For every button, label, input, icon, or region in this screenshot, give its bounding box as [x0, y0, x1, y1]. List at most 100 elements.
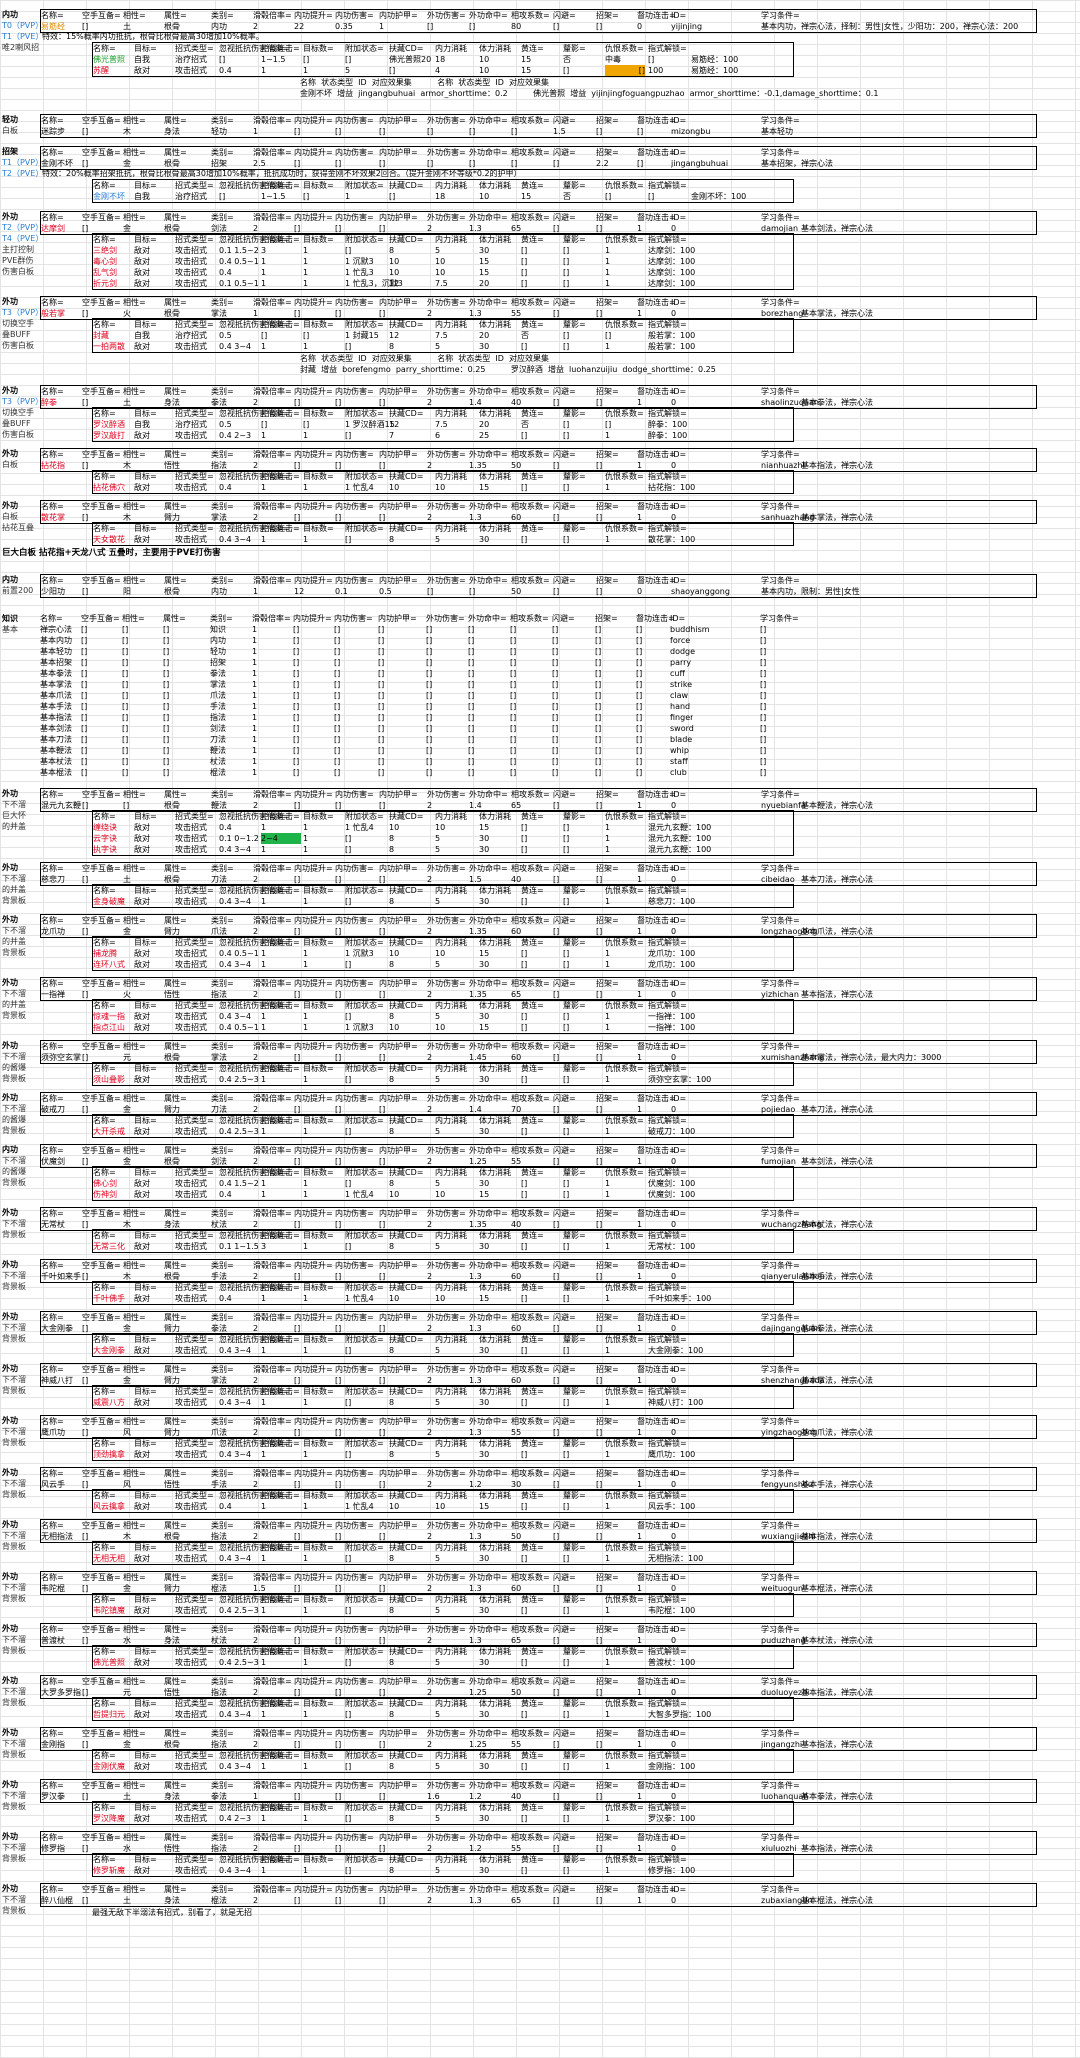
skill-header-row: 名称= 目标= 招式类型= 忽视抵抗伤害倍率= 拦截连击= 目标数= 附加状态= 扶藏CD= 内…	[93, 1646, 793, 1657]
skill-block-header-row-cell: 内功护甲=	[379, 1042, 418, 1051]
skill-block-header-row-cell: 外功伤害=	[427, 1313, 466, 1322]
skill-header-row-cell: 体力消耗	[479, 1595, 511, 1604]
footer-note: 巨大白板 拈花指+天龙八式 五叠时，主要用于PVE打伤害	[2, 548, 221, 558]
skill-row-cell: 15	[479, 949, 490, 958]
skill-block-header-row-cell: 督功连击=	[637, 979, 676, 988]
lower-wuchangzhang-label-line: 背景板	[2, 1230, 26, 1239]
basics-row-cell: 鞭法	[210, 746, 226, 755]
skill-block-header-row-cell: 学习条件=	[761, 1625, 800, 1634]
basics-row-cell: []	[426, 691, 433, 700]
skill-block-header-row-cell: 类别=	[211, 1417, 234, 1426]
simple-nianhuazhi-label-line: 外功	[2, 449, 18, 458]
shaoyang-header-row-cell: 内功伤害=	[335, 576, 374, 585]
skill-row: 大开杀戒 敌对 攻击招式 0.4 2.5~3 1 1[] 8 5 30[][] 1 破戒刀：100	[93, 1126, 793, 1137]
lower-zubaxiangun-label-line: 下不溜	[2, 1895, 26, 1904]
skill-row-cell: []	[345, 1710, 352, 1719]
skill-block-main-row-cell: 罗汉拳	[41, 1792, 65, 1801]
lower-shenzhangbada-label-line: 外功	[2, 1364, 18, 1373]
skill-row-cell: 30	[479, 1762, 490, 1771]
skill-block-header-row-cell: ID=	[671, 916, 687, 925]
skill-header-row-cell: 附加状态=	[345, 1335, 384, 1344]
skill-header-row-cell: 目标=	[134, 1647, 157, 1656]
skill-header-row-cell: 目标=	[134, 1543, 157, 1552]
skill-header-row: 名称= 目标= 招式类型= 忽视抵抗伤害倍率= 拦截连击= 目标数= 附加状态= 扶藏CD= 内…	[93, 811, 793, 822]
skill-block-header-row-cell: ID=	[671, 1729, 687, 1738]
skill-header-row-cell: 黄连=	[521, 1647, 544, 1656]
skill-block-header-row-cell: 招架=	[596, 1625, 619, 1634]
basics-row-cell: []	[468, 724, 475, 733]
skill-row-cell: 哲提归元	[93, 1710, 125, 1719]
basics-row-cell: []	[81, 625, 88, 634]
skill-row-cell: 1	[261, 1190, 267, 1199]
skill-block-main-row-cell: 混元九玄鞭	[41, 801, 81, 810]
skill-header-row-cell: 釐影=	[563, 320, 586, 329]
waigong-damojian-label-line: PVE群伤	[2, 256, 34, 265]
list-main-row-cell: []	[82, 127, 89, 136]
lower-xiuluozhi-label-line: 背景板	[2, 1854, 26, 1863]
skill-row-cell: 1	[261, 1502, 267, 1511]
skill-header-row-cell: 招式类型=	[175, 235, 214, 244]
skill-row-cell: 1	[605, 1866, 611, 1875]
skill-header-row-cell: 拦截连击=	[261, 938, 300, 947]
lower-weituogun-label-line: 外功	[2, 1572, 18, 1581]
skill-row-cell: 15	[479, 1023, 490, 1032]
skill-row-cell: 0.4 2.5~3	[219, 1075, 259, 1084]
basics-row-cell: []	[760, 636, 767, 645]
skill-row-cell: 敌对	[134, 257, 150, 266]
basics-row-cell: []	[426, 647, 433, 656]
skill-block-main-row-cell: 达摩剑	[41, 224, 65, 233]
skill-row-cell: []	[563, 1866, 570, 1875]
skill-header-row: 名称= 目标= 招式类型= 忽视抵抗伤害倍率= 拦截连击= 目标数= 附加状态= 扶藏CD= 内…	[93, 408, 793, 419]
skill-block-main-row-cell: []	[82, 1428, 89, 1437]
skill-header-row-cell: 仇恨系数=	[605, 1439, 644, 1448]
skill-header-row: 名称= 目标= 招式类型= 忽视抵抗伤害倍率= 拦截连击= 目标数= 附加状态= 扶藏CD= 内…	[93, 1334, 793, 1345]
skill-row-cell: []	[563, 483, 570, 492]
basics-row-cell: []	[293, 647, 300, 656]
list-main-row-cell: []	[379, 127, 386, 136]
skill-header-row-cell: 仇恨系数=	[605, 1387, 644, 1396]
skill-block-header-row-cell: 类别=	[211, 387, 234, 396]
basics-row: 基本招架[][][] 招架 1[][][][][][][][][] parry[]	[40, 657, 1035, 668]
lower-fumojian-label: 内功 下不溜 的酱爆 背景板	[2, 1144, 42, 1188]
skill-block-header-row-cell: 相攻系数=	[511, 450, 550, 459]
skill-block-header-row-cell: 学习条件=	[761, 1094, 800, 1103]
skill-row-cell: 1 忙乱4	[345, 1294, 374, 1303]
skill-header-row-cell: 内力消耗	[435, 409, 467, 418]
basics-row-cell: []	[293, 757, 300, 766]
skill-header-row: 名称= 目标= 招式类型= 忽视抵抗伤害倍率= 拦截连击= 目标数= 附加状态= 扶藏CD= 内…	[93, 1594, 793, 1605]
lower-xiuluozhi-label-line: 外功	[2, 1832, 18, 1841]
skill-block-header-row-cell: 名称=	[41, 864, 64, 873]
yijinjing-header-row-cell: 相攻系数=	[511, 11, 550, 20]
yijinjing-skill-row-cell: 10	[479, 66, 490, 75]
skill-header-row-cell: 目标数=	[303, 1168, 334, 1177]
skill-row-cell: 5	[435, 845, 441, 854]
skill-block-header-row-cell: 内功伤害=	[335, 790, 374, 799]
basics-row-cell: []	[510, 746, 517, 755]
skill-header-row-cell: 招式类型=	[175, 1803, 214, 1812]
skill-row: 连环八式 敌对 攻击招式 0.4 3~4 1 1[] 8 5 30[][] 1 龙爪功：100	[93, 959, 793, 970]
skill-row-cell: []	[563, 279, 570, 288]
shaoyang-main-row: 少阳功[] 阳根骨 内功 1 12 0.1 0.5[][] 50[][] 0 shaoyanggo…	[41, 586, 1036, 597]
yijinjing-header-row-cell: 闪避=	[553, 11, 576, 20]
skill-header-row-cell: 拦截连击=	[261, 1491, 300, 1500]
skill-row-cell: 10	[435, 483, 446, 492]
skill-row-cell: 伏魔剑：100	[648, 1179, 696, 1188]
skill-block-header-row-cell: 外功命中=	[469, 1833, 508, 1842]
yijinjing-skill-row-cell: 敌对	[134, 66, 150, 75]
skill-block-header-row-cell: 相攻系数=	[511, 1094, 550, 1103]
skill-block-header-row-cell: 类别=	[211, 1209, 234, 1218]
basics-row-cell: []	[378, 702, 385, 711]
skill-block-header-row-cell: 空手互备=	[82, 298, 121, 307]
list-main-row: 迷踪步[] 木身法 轻功 1[][][][][][] 1.5[][] mizongbu 基本…	[41, 126, 1036, 137]
skill-row-cell: 一指禅：100	[648, 1012, 696, 1021]
skill-block-header-row-cell: 外功命中=	[469, 502, 508, 511]
lower-fumojian-label-line: 下不溜	[2, 1156, 26, 1165]
skill-header-row-cell: 目标数=	[303, 1803, 334, 1812]
skill-row-cell: 10	[435, 1023, 446, 1032]
skill-row-cell: 0.4 3~4	[219, 1866, 252, 1875]
skill-block-header-row-cell: 学习条件=	[761, 1146, 800, 1155]
skill-header-row-cell: 目标数=	[303, 1491, 334, 1500]
skill-row-cell: 攻击招式	[175, 1242, 207, 1251]
skill-row-cell: 8	[389, 1710, 395, 1719]
skill-block-main-row-cell: 基本鞭法，禅宗心法	[801, 801, 873, 810]
